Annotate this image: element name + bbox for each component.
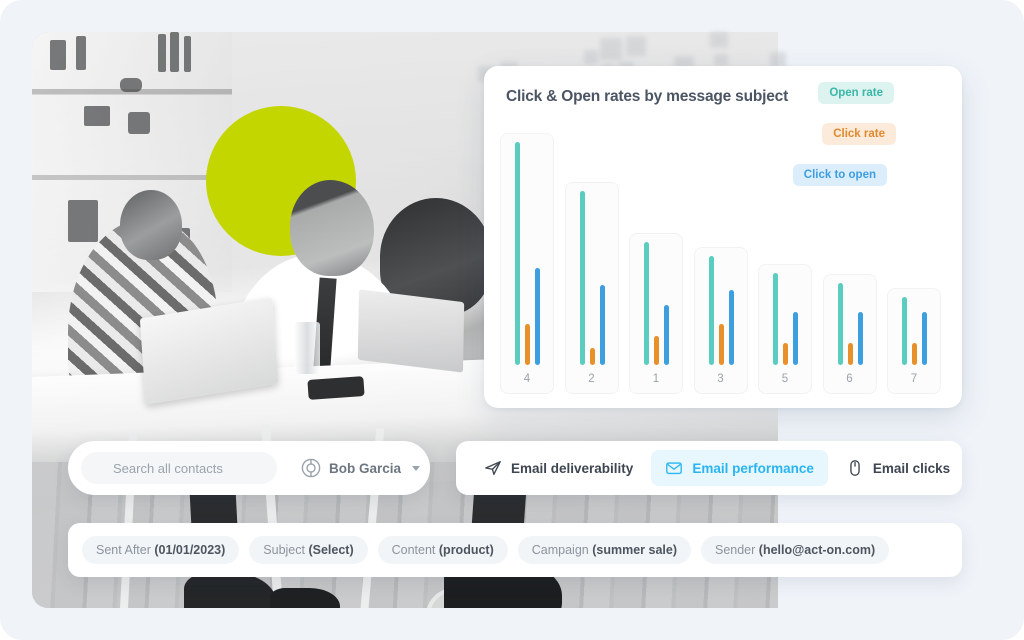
photo-object [76, 36, 86, 70]
filter-chip-content[interactable]: Content (product) [377, 536, 508, 564]
photo-phone [307, 376, 365, 400]
legend-pill-0[interactable]: Open rate [818, 82, 894, 104]
bar-open-rate[interactable] [515, 142, 520, 365]
bars [888, 289, 940, 365]
bar-chart-plot: 4 2 1 3 5 6 7 [500, 114, 946, 394]
bar-open-rate[interactable] [708, 256, 714, 365]
chevron-down-icon [412, 465, 421, 471]
user-name: Bob Garcia [329, 460, 402, 476]
bars [824, 275, 876, 365]
bar-open-rate[interactable] [644, 241, 649, 365]
bar-group[interactable]: 7 [887, 288, 941, 394]
x-axis-label: 5 [781, 373, 789, 385]
filter-chip-value: (Select) [308, 543, 354, 557]
bars [501, 134, 553, 365]
photo-object [128, 112, 150, 134]
tab-label: Email deliverability [511, 460, 634, 476]
filter-chip-value: (01/01/2023) [154, 543, 226, 557]
filter-chip-campaign[interactable]: Campaign (summer sale) [517, 536, 691, 564]
bars [630, 234, 682, 365]
bars [566, 183, 618, 365]
bar-open-rate[interactable] [837, 282, 843, 365]
bar-click-to-open[interactable] [922, 311, 927, 365]
bar-click-rate[interactable] [847, 343, 853, 365]
bar-click-rate[interactable] [783, 343, 788, 365]
photo-object [170, 32, 179, 72]
bar-group[interactable]: 5 [758, 264, 812, 394]
photo-laptop [357, 289, 465, 373]
photo-object [184, 36, 191, 72]
filter-chip-label: Campaign [531, 543, 589, 557]
tab-label: Email performance [692, 460, 814, 476]
bar-group[interactable]: 4 [500, 133, 554, 394]
x-axis-label: 3 [717, 373, 724, 385]
photo-person-head [290, 180, 374, 276]
x-axis-label: 1 [652, 373, 660, 385]
bar-group[interactable]: 1 [629, 232, 683, 394]
search-input[interactable] [81, 452, 277, 484]
tab-email-clicks[interactable]: Email clicks [832, 450, 964, 486]
photo-object [158, 34, 166, 72]
filter-chip-label: Sent After [96, 543, 151, 557]
bar-click-to-open[interactable] [664, 304, 669, 365]
bar-click-to-open[interactable] [793, 311, 798, 365]
bar-click-to-open[interactable] [599, 285, 605, 365]
filter-chip-sent-after[interactable]: Sent After (01/01/2023) [82, 536, 240, 564]
photo-object [68, 200, 98, 242]
filter-chip-label: Subject [263, 543, 305, 557]
bar-click-rate[interactable] [525, 323, 530, 365]
bar-click-rate[interactable] [912, 343, 917, 365]
x-axis-label: 7 [910, 373, 918, 385]
filter-chip-value: (product) [438, 543, 494, 557]
bar-open-rate[interactable] [902, 297, 907, 365]
bars [759, 265, 811, 365]
bar-open-rate[interactable] [579, 190, 585, 365]
app-window: Click & Open rates by message subject Op… [0, 0, 1024, 640]
filter-chip-value: (summer sale) [592, 543, 677, 557]
bar-group[interactable]: 3 [693, 247, 748, 394]
bar-group[interactable]: 2 [564, 181, 619, 394]
bar-click-rate[interactable] [589, 348, 595, 365]
search-toolbar: Bob Garcia [68, 441, 430, 495]
tab-label: Email clicks [872, 460, 951, 476]
bar-click-to-open[interactable] [535, 268, 540, 365]
photo-person-head [120, 190, 182, 260]
photo-glass [294, 322, 320, 374]
tab-email-performance[interactable]: Email performance [651, 450, 828, 486]
filter-chip-subject[interactable]: Subject (Select) [249, 536, 368, 564]
tab-bar: Email deliverability Email performance Ema… [456, 441, 962, 495]
envelope-icon [665, 459, 683, 477]
bars [695, 248, 747, 365]
bar-group[interactable]: 6 [822, 273, 877, 394]
chart-card: Click & Open rates by message subject Op… [484, 66, 962, 408]
x-axis-label: 2 [588, 373, 595, 385]
x-axis-label: 6 [846, 373, 853, 385]
chart-title: Click & Open rates by message subject [506, 88, 789, 105]
bar-open-rate[interactable] [773, 273, 778, 365]
user-circle-icon [301, 458, 321, 478]
filter-chip-label: Sender [714, 543, 756, 557]
filter-chip-sender[interactable]: Sender (hello@act-on.com) [700, 536, 890, 564]
filter-chip-label: Content [391, 543, 436, 557]
bar-click-to-open[interactable] [857, 311, 863, 365]
filter-bar: Sent After (01/01/2023) Subject (Select) C… [68, 523, 962, 577]
mouse-icon [846, 459, 864, 477]
tab-email-deliverability[interactable]: Email deliverability [470, 450, 647, 486]
photo-object [84, 106, 110, 126]
paper-plane-icon [484, 459, 502, 477]
bar-click-to-open[interactable] [728, 289, 734, 365]
bar-click-rate[interactable] [654, 335, 659, 365]
bar-click-rate[interactable] [718, 323, 724, 365]
user-chip[interactable]: Bob Garcia [301, 458, 421, 478]
photo-object [120, 78, 142, 92]
x-axis-label: 4 [523, 373, 531, 385]
filter-chip-value: (hello@act-on.com) [758, 543, 876, 557]
photo-object [50, 40, 66, 70]
